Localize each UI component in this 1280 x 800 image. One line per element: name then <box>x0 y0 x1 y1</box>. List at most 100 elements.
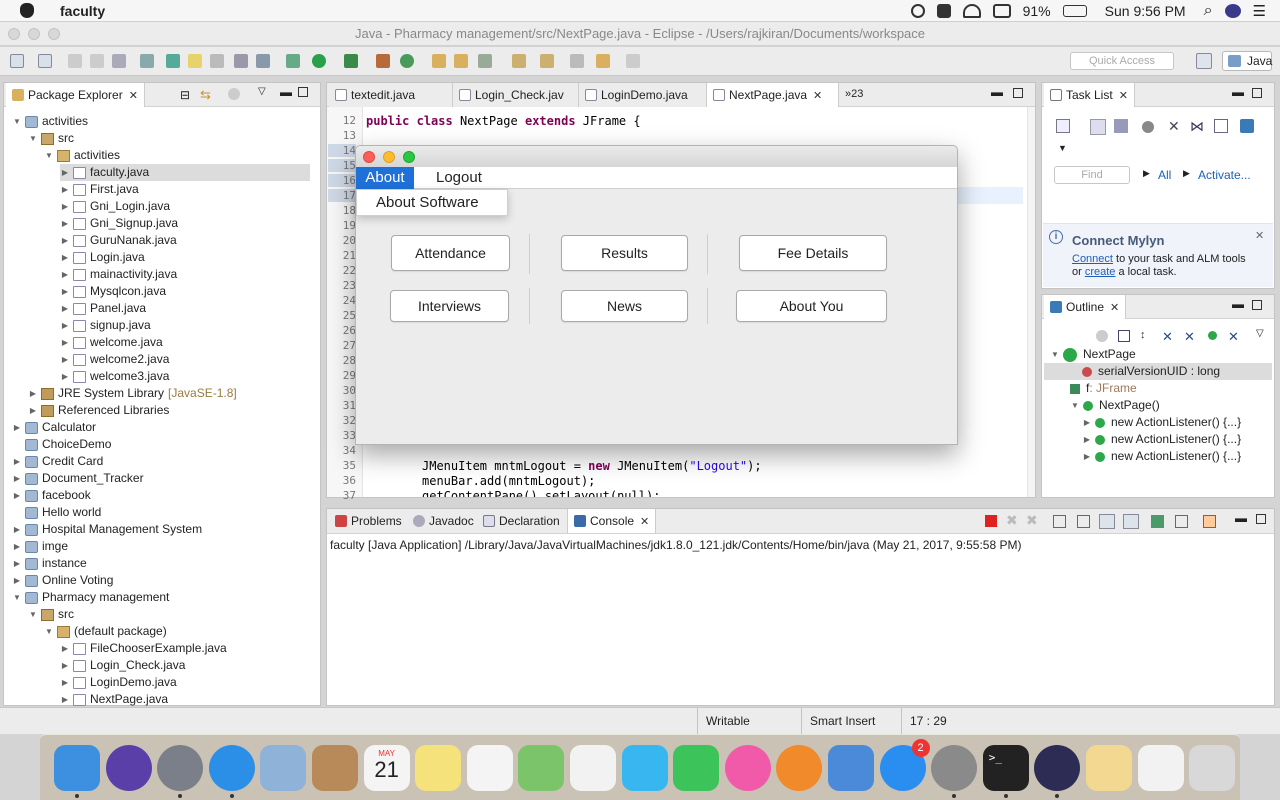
zoom-window-button[interactable] <box>48 28 60 40</box>
tree-item[interactable]: ▼ activities <box>12 113 88 130</box>
new-icon[interactable] <box>10 54 24 68</box>
tree-item[interactable]: ▶ welcome.java <box>60 334 163 351</box>
ibooks-icon[interactable] <box>776 745 823 791</box>
tree-item[interactable]: ▶ Calculator <box>12 419 96 436</box>
tree-item[interactable]: ▶ Login.java <box>60 249 145 266</box>
pin-console-icon[interactable] <box>1151 515 1164 528</box>
news-button[interactable]: News <box>561 290 688 322</box>
outline-item[interactable]: ▶ new ActionListener() {...} <box>1082 414 1241 431</box>
remove-all-icon[interactable]: ✖ <box>1026 512 1038 529</box>
java-perspective-button[interactable]: Java <box>1222 51 1272 71</box>
outline-item[interactable]: f : JFrame <box>1070 380 1137 397</box>
collapse-icon[interactable]: ▶ <box>1082 414 1092 431</box>
launchpad-icon[interactable] <box>157 745 204 791</box>
tree-item[interactable]: ▶ Login_Check.java <box>60 657 185 674</box>
tree-item[interactable]: ▶ mainactivity.java <box>60 266 177 283</box>
chevron-down-icon[interactable]: ▽ <box>1256 328 1264 339</box>
collapse-icon[interactable]: ▶ <box>12 521 22 538</box>
collapse-icon[interactable]: ▶ <box>60 266 70 283</box>
collapse-icon[interactable]: ▶ <box>60 164 70 181</box>
close-icon[interactable]: ✕ <box>1110 296 1119 320</box>
menu-about[interactable]: About <box>356 167 414 189</box>
java-icon[interactable] <box>1137 745 1184 791</box>
save-icon[interactable] <box>68 54 82 68</box>
spotlight-icon[interactable]: ⌕ <box>1204 2 1213 20</box>
forward-icon[interactable] <box>626 54 640 68</box>
tree-item[interactable]: ▶ facebook <box>12 487 91 504</box>
paragraph-icon[interactable] <box>256 54 270 68</box>
expand-icon[interactable] <box>1214 119 1228 133</box>
attendance-button[interactable]: Attendance <box>391 235 510 271</box>
tree-item[interactable]: Hello world <box>12 504 101 521</box>
outline-item[interactable]: ▼ NextPage() <box>1070 397 1160 414</box>
tree-item[interactable]: ▶ faculty.java <box>60 164 310 181</box>
chevron-down-icon[interactable]: ▽ <box>258 86 266 97</box>
tree-item[interactable]: ▼ activities <box>44 147 120 164</box>
code-line-35[interactable]: JMenuItem mntmLogout = new JMenuItem("Lo… <box>422 459 762 473</box>
open-task-icon[interactable] <box>454 54 468 68</box>
outline-item[interactable]: serialVersionUID : long <box>1044 363 1272 380</box>
quick-access-field[interactable]: Quick Access <box>1070 52 1174 70</box>
tab-logindemo[interactable]: LoginDemo.java <box>579 83 707 107</box>
minimize-icon[interactable]: ▬ <box>991 85 1003 99</box>
finder-icon[interactable] <box>54 745 100 791</box>
tree-item[interactable]: ▶ Gni_Signup.java <box>60 215 178 232</box>
tree-item[interactable]: ▶ First.java <box>60 181 139 198</box>
tree-item[interactable]: ▶ GuruNanak.java <box>60 232 177 249</box>
notes-icon[interactable] <box>415 745 462 791</box>
new-class-icon[interactable] <box>400 54 414 68</box>
app-store-icon[interactable]: 2 <box>879 739 930 791</box>
highlight-icon[interactable] <box>188 54 202 68</box>
expand-icon[interactable]: ▼ <box>1050 346 1060 363</box>
all-link[interactable]: All <box>1158 168 1171 182</box>
collapse-icon[interactable]: ▶ <box>60 640 70 657</box>
focus-icon[interactable] <box>1142 121 1154 133</box>
scroll-lock-icon[interactable] <box>1077 515 1090 528</box>
collapse-icon[interactable]: ▶ <box>60 334 70 351</box>
clear-console-icon[interactable] <box>1053 515 1066 528</box>
word-wrap-icon[interactable] <box>1099 514 1115 529</box>
tree-item[interactable]: ▶ Document_Tracker <box>12 470 144 487</box>
minimize-window-button[interactable] <box>28 28 40 40</box>
maximize-icon[interactable] <box>1252 88 1262 98</box>
time-machine-icon[interactable] <box>910 4 925 18</box>
expand-icon[interactable]: ▼ <box>1070 397 1080 414</box>
xcode-icon[interactable] <box>828 745 874 791</box>
chevron-down-icon[interactable]: ▼ <box>1058 143 1067 153</box>
console-output[interactable]: faculty [Java Application] /Library/Java… <box>330 538 1022 552</box>
clock[interactable]: Sun 9:56 PM <box>1105 3 1186 19</box>
code-line-12[interactable]: public class NextPage extends JFrame { <box>366 114 641 128</box>
find-input[interactable]: Find <box>1054 166 1130 184</box>
zoom-window-button[interactable] <box>403 151 415 163</box>
collapse-icon[interactable]: ▶ <box>60 317 70 334</box>
minimize-window-button[interactable] <box>383 151 395 163</box>
more-tabs-button[interactable]: »23 <box>845 88 863 100</box>
collapse-icon[interactable]: ▶ <box>12 419 22 436</box>
tab-console[interactable]: Console ✕ <box>567 509 657 534</box>
close-icon[interactable]: ✕ <box>1255 229 1264 242</box>
terminate-icon[interactable] <box>985 515 997 527</box>
collapse-icon[interactable]: ▶ <box>60 283 70 300</box>
maximize-icon[interactable] <box>1256 514 1266 524</box>
maximize-icon[interactable] <box>298 87 308 97</box>
code-line-37[interactable]: getContentPane().setLayout(null); <box>422 489 660 497</box>
show-whitespace-icon[interactable] <box>234 54 248 68</box>
close-icon[interactable]: ✕ <box>129 84 138 108</box>
new-java-project-icon[interactable] <box>376 54 390 68</box>
hide-local-types-icon[interactable]: ✕ <box>1228 329 1239 345</box>
minimize-icon[interactable]: ▬ <box>280 85 292 99</box>
tree-item[interactable]: ▶ FileChooserExample.java <box>60 640 227 657</box>
textedit-icon[interactable] <box>1086 745 1132 791</box>
outline-item[interactable]: ▶ new ActionListener() {...} <box>1082 448 1241 465</box>
close-icon[interactable]: ✕ <box>1119 84 1128 108</box>
close-icon[interactable]: ✕ <box>640 510 649 534</box>
about-you-button[interactable]: About You <box>736 290 887 322</box>
minimize-icon[interactable]: ▬ <box>1235 511 1247 525</box>
minimize-icon[interactable]: ▬ <box>1232 85 1244 99</box>
collapse-icon[interactable]: ▶ <box>60 215 70 232</box>
collapse-icon[interactable]: ▶ <box>60 674 70 691</box>
hide-fields-icon[interactable]: ✕ <box>1162 329 1173 345</box>
minimize-icon[interactable]: ▬ <box>1232 297 1244 311</box>
collapse-icon[interactable]: ▶ <box>1082 431 1092 448</box>
expand-icon[interactable]: ▼ <box>28 606 38 623</box>
